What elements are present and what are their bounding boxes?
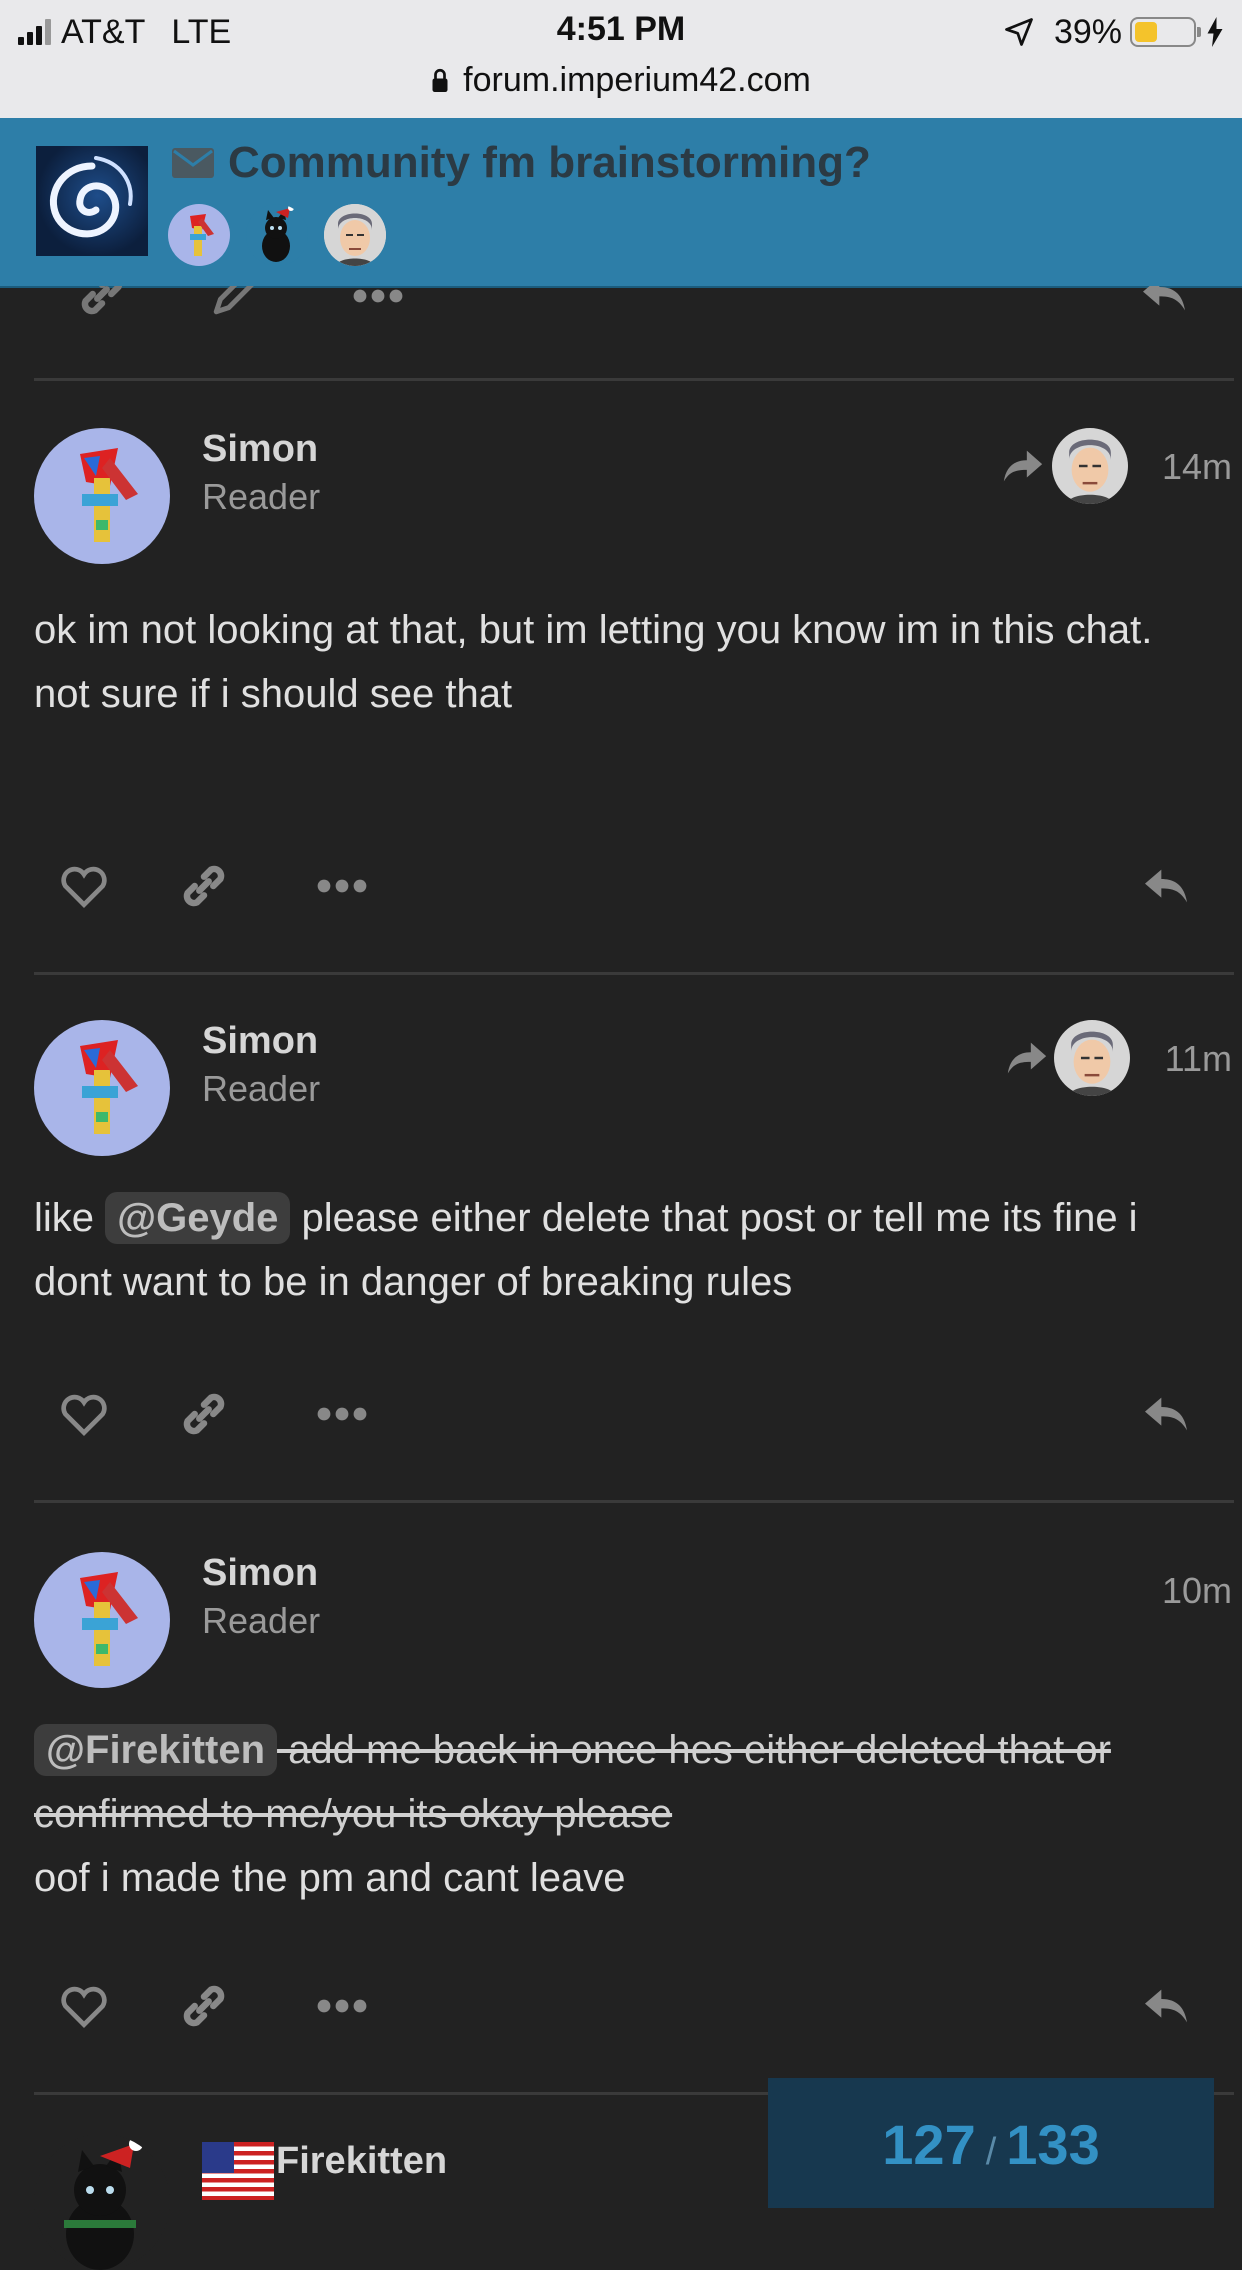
private-message-envelope-icon xyxy=(172,148,214,178)
link-icon xyxy=(183,1985,225,2027)
link-icon[interactable] xyxy=(74,286,130,322)
post-text-line: not sure if i should see that xyxy=(34,672,513,716)
topic-header: Community fm brainstorming? xyxy=(0,118,1242,288)
us-flag-icon xyxy=(202,2142,274,2200)
post-timestamp[interactable]: 14m xyxy=(1162,446,1232,488)
more-dots-icon xyxy=(317,879,367,893)
reply-button[interactable] xyxy=(1136,1384,1196,1444)
more-dots-icon xyxy=(317,1407,367,1421)
share-link-button[interactable] xyxy=(174,856,234,916)
participant-avatar-geyde[interactable] xyxy=(324,204,386,266)
user-avatar-simon[interactable] xyxy=(34,1552,170,1688)
heart-icon xyxy=(61,1986,107,2028)
post-item: Simon Reader 10m @Firekitten add me back… xyxy=(0,1500,1242,2092)
reply-icon xyxy=(1145,1989,1187,2023)
post-actions xyxy=(0,856,1242,926)
reply-to-arrow-icon[interactable] xyxy=(1000,446,1046,486)
topic-title[interactable]: Community fm brainstorming? xyxy=(228,138,871,188)
mention-link-geyde[interactable]: @Geyde xyxy=(105,1192,291,1244)
share-link-button[interactable] xyxy=(174,1976,234,2036)
post-username[interactable]: Firekitten xyxy=(276,2140,447,2183)
participant-avatar-firekitten[interactable] xyxy=(246,204,308,266)
more-actions-button[interactable] xyxy=(312,856,372,916)
reply-button[interactable] xyxy=(1136,1976,1196,2036)
battery-icon xyxy=(1130,17,1201,47)
more-dots-icon xyxy=(317,1999,367,2013)
charging-bolt-icon xyxy=(1207,17,1223,47)
mention-link-firekitten[interactable]: @Firekitten xyxy=(34,1724,278,1776)
reply-button[interactable] xyxy=(1136,856,1196,916)
post-body: @Firekitten add me back in once hes eith… xyxy=(34,1718,1224,1910)
heart-icon xyxy=(61,866,107,908)
post-text-line: oof i made the pm and cant leave xyxy=(34,1856,626,1900)
user-avatar-simon[interactable] xyxy=(34,428,170,564)
reply-icon xyxy=(1145,869,1187,903)
url-bar[interactable]: forum.imperium42.com xyxy=(0,58,1242,102)
post-text-line: ok im not looking at that, but im lettin… xyxy=(34,608,1153,652)
post-username[interactable]: Simon xyxy=(202,1020,318,1063)
participant-avatar-simon[interactable] xyxy=(168,204,230,266)
post-user-title: Reader xyxy=(202,476,321,517)
post-actions xyxy=(0,1384,1242,1454)
link-icon xyxy=(183,865,225,907)
swirl-logo-icon xyxy=(49,156,133,238)
link-icon xyxy=(183,1393,225,1435)
post-timestamp[interactable]: 10m xyxy=(1162,1570,1232,1612)
post-body: ok im not looking at that, but im lettin… xyxy=(34,598,1224,726)
participant-list xyxy=(168,204,386,266)
like-button[interactable] xyxy=(54,856,114,916)
reply-to-avatar-geyde[interactable] xyxy=(1054,1020,1130,1096)
location-arrow-icon xyxy=(1005,18,1033,46)
topic-progress-indicator[interactable]: 127/133 xyxy=(768,2078,1214,2208)
post-item: Simon Reader 14m ok im not looking at th… xyxy=(0,378,1242,972)
reply-icon[interactable] xyxy=(1136,286,1192,322)
user-avatar-firekitten[interactable] xyxy=(34,2134,170,2270)
post-text: like xyxy=(34,1196,106,1240)
more-dots-icon[interactable] xyxy=(350,286,406,316)
reply-to-arrow-icon[interactable] xyxy=(1004,1038,1050,1078)
battery-percent: 39% xyxy=(1053,12,1122,51)
post-user-title: Reader xyxy=(202,1068,321,1109)
post-body: like @Geyde please either delete that po… xyxy=(34,1186,1224,1314)
like-button[interactable] xyxy=(54,1976,114,2036)
lock-icon xyxy=(432,68,448,92)
post-username[interactable]: Simon xyxy=(202,428,318,471)
post-item: Simon Reader 11m like @Geyde please eith… xyxy=(0,972,1242,1500)
user-avatar-simon[interactable] xyxy=(34,1020,170,1156)
reply-to-avatar-geyde[interactable] xyxy=(1052,428,1128,504)
post-username[interactable]: Simon xyxy=(202,1552,318,1595)
ios-status-bar: AT&T LTE 4:51 PM 39% forum.imperium42.co… xyxy=(0,0,1242,118)
progress-separator: / xyxy=(985,2131,997,2173)
previous-post-actions xyxy=(0,286,1242,332)
heart-icon xyxy=(61,1394,107,1436)
progress-current: 127 xyxy=(882,2113,976,2176)
more-actions-button[interactable] xyxy=(312,1384,372,1444)
like-button[interactable] xyxy=(54,1384,114,1444)
url-text: forum.imperium42.com xyxy=(463,60,811,99)
more-actions-button[interactable] xyxy=(312,1976,372,2036)
post-user-title: Reader xyxy=(202,1600,321,1641)
share-link-button[interactable] xyxy=(174,1384,234,1444)
reply-icon xyxy=(1145,1397,1187,1431)
edit-pencil-icon[interactable] xyxy=(210,286,260,318)
post-actions xyxy=(0,1976,1242,2046)
post-timestamp[interactable]: 11m xyxy=(1165,1038,1232,1080)
progress-total: 133 xyxy=(1006,2113,1100,2176)
site-logo[interactable] xyxy=(36,146,148,256)
